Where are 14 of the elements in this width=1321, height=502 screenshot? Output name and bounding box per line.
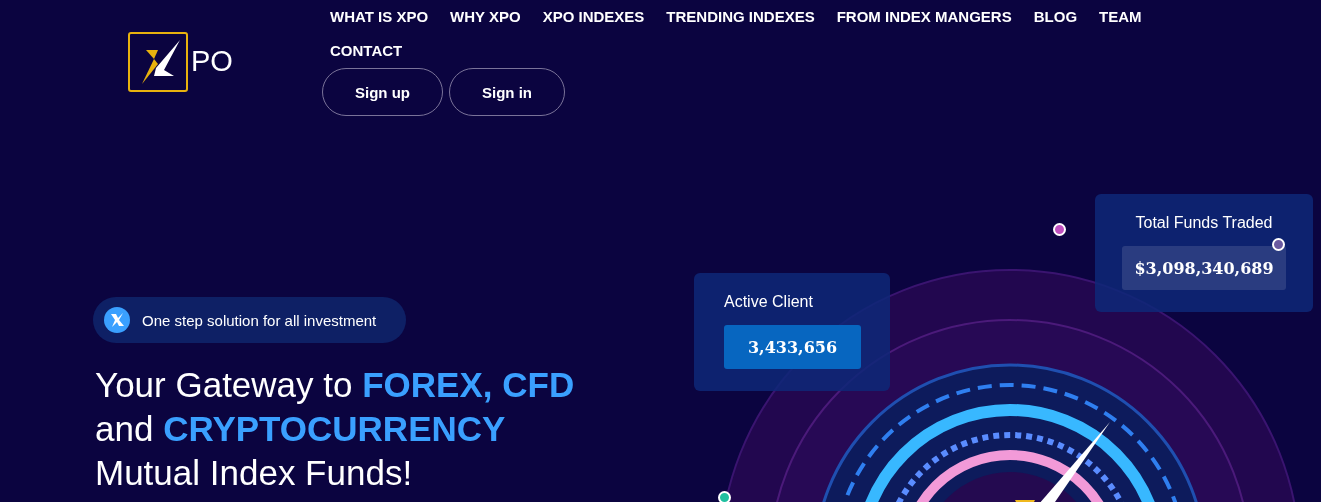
nav-link[interactable]: XPO INDEXES: [542, 0, 645, 34]
stat-label: Active Client: [724, 293, 814, 311]
hero-headline: Your Gateway to FOREX, CFD and CRYPTOCURRENCY Mutual Index Funds!: [95, 364, 575, 494]
nav-link[interactable]: CONTACT: [330, 34, 403, 68]
nav-link[interactable]: TEAM: [1099, 0, 1142, 34]
stat-value: 3,433,656: [724, 325, 861, 369]
nav-link[interactable]: FROM INDEX MANGERS: [836, 0, 1012, 34]
stat-value: $3,098,340,689: [1122, 246, 1286, 290]
nav-link[interactable]: WHAT IS XPO: [330, 0, 429, 34]
nav-link[interactable]: TRENDING INDEXES: [666, 0, 815, 34]
nav-link[interactable]: BLOG: [1033, 0, 1078, 34]
nav-link[interactable]: WHY XPO: [450, 0, 521, 34]
stat-label: Total Funds Traded: [1135, 214, 1273, 232]
tagline-text: One step solution for all investment: [142, 311, 377, 329]
